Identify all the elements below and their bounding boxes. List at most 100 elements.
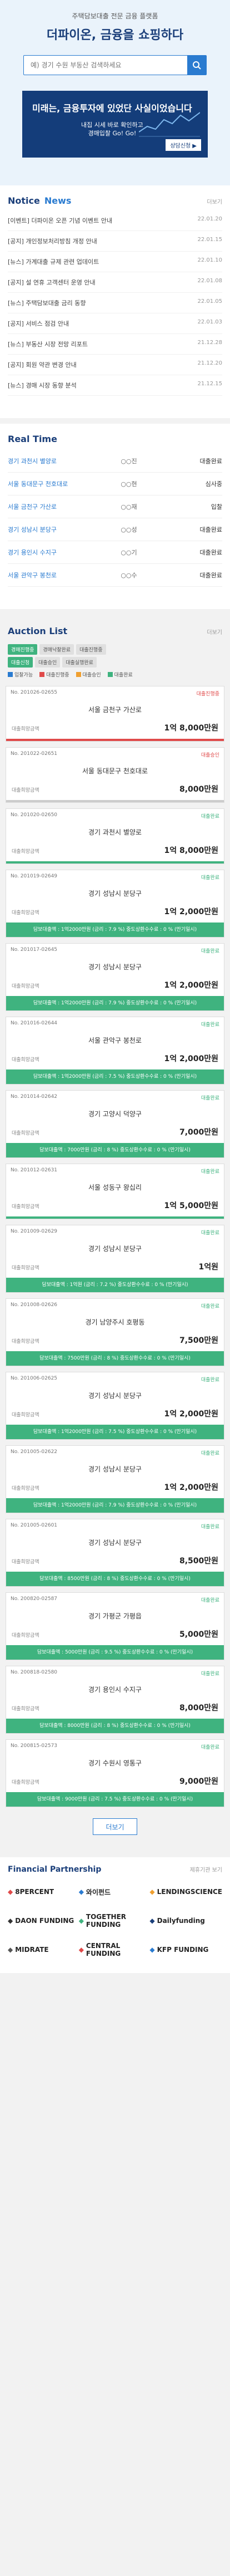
notice-item[interactable]: [공지] 회원 약관 변경 안내 21.12.20 <box>8 355 222 375</box>
notice-more-link[interactable]: 더보기 <box>207 197 222 205</box>
notice-item-text: [공지] 서비스 점검 안내 <box>8 320 69 327</box>
realtime-name: ○○성 <box>121 526 137 533</box>
partners-more-link[interactable]: 제휴기관 보기 <box>190 1865 222 1873</box>
auction-card[interactable]: No. 201008-02626 대출완료 경기 남양주시 호평동 대출희망금액 7,5… <box>6 1298 224 1366</box>
card-amount: 1억 5,000만원 <box>164 1201 218 1210</box>
notice-item-date: 22.01.08 <box>197 278 222 284</box>
notice-item[interactable]: [뉴스] 부동산 시장 전망 리포트 21.12.28 <box>8 334 222 355</box>
filter-chip[interactable]: 대출진행중 <box>76 644 106 655</box>
card-status: 대출완료 <box>201 949 219 954</box>
card-loan-info: 담보대출액 : 8000만원 (금리 : 8 %) 중도상환수수료 : 0 % … <box>6 1719 224 1733</box>
auction-card[interactable]: No. 201016-02644 대출완료 서울 관악구 봉천로 대출희망금액 1억 2… <box>6 1017 224 1085</box>
card-amount-label: 대출희망금액 <box>12 1204 39 1210</box>
partner-logo[interactable]: ◆ Dailyfunding <box>149 1914 222 1927</box>
auction-filters: 경매진행중 경매낙찰완료 대출진행중 대출신청 대출승인 대출실행완료 입찰가능 대출진행… <box>0 642 230 686</box>
card-amount-row: 대출희망금액 1억 8,000만원 <box>6 720 224 739</box>
search-button[interactable] <box>187 56 206 75</box>
realtime-status: 대출완료 <box>199 549 222 556</box>
partner-logo[interactable]: ◆ DAON FUNDING <box>8 1914 76 1927</box>
notice-item[interactable]: [공지] 서비스 점검 안내 22.01.03 <box>8 313 222 334</box>
card-amount: 7,000만원 <box>179 1128 218 1137</box>
notice-tab[interactable]: Notice <box>8 195 40 206</box>
search-input[interactable] <box>24 56 187 75</box>
card-number: No. 200815-02573 <box>11 1743 58 1749</box>
card-amount-row: 대출희망금액 7,000만원 <box>6 1124 224 1143</box>
auction-card[interactable]: No. 201022-02651 대출승인 서울 동대문구 천호대로 대출희망금액 8,… <box>6 747 224 803</box>
card-status: 대출승인 <box>201 753 219 758</box>
card-header: No. 201005-02622 대출완료 <box>6 1446 224 1460</box>
hero-subtitle: 주택담보대출 전문 금융 플랫폼 <box>72 12 158 20</box>
notice-item[interactable]: [뉴스] 가계대출 규제 관련 업데이트 22.01.10 <box>8 252 222 272</box>
notice-item-date: 21.12.28 <box>197 340 222 346</box>
card-loan-info: 담보대출액 : 1억2000만원 (금리 : 7.5 %) 중도상환수수료 : … <box>6 1425 224 1439</box>
partner-logo[interactable]: ◆ LENDINGSCIENCE <box>149 1885 222 1898</box>
auction-card[interactable]: No. 201006-02625 대출완료 경기 성남시 분당구 대출희망금액 1억 2… <box>6 1372 224 1440</box>
card-amount-label: 대출희망금액 <box>12 1633 39 1638</box>
partner-logo[interactable]: ◆ 8PERCENT <box>8 1885 76 1898</box>
legend-label: 대출진행중 <box>46 673 69 678</box>
auction-card[interactable]: No. 200820-02587 대출완료 경기 가평군 가평읍 대출희망금액 5,00… <box>6 1592 224 1660</box>
auction-card[interactable]: No. 201019-02649 대출완료 경기 성남시 분당구 대출희망금액 1억 2… <box>6 870 224 938</box>
legend-swatch <box>39 672 45 677</box>
card-title: 서울 관악구 봉천로 <box>88 1037 142 1044</box>
auction-card[interactable]: No. 201017-02645 대출완료 경기 성남시 분당구 대출희망금액 1억 2… <box>6 943 224 1011</box>
filter-chip[interactable]: 대출신청 <box>8 657 33 668</box>
auction-more-link[interactable]: 더보기 <box>207 627 222 636</box>
auction-card[interactable]: No. 201005-02622 대출완료 경기 성남시 분당구 대출희망금액 1억 2… <box>6 1445 224 1513</box>
banner-cta-button[interactable]: 상담신청 ▶ <box>166 139 201 151</box>
card-title: 경기 수원시 영통구 <box>88 1759 142 1767</box>
notice-item[interactable]: [뉴스] 경매 시장 동향 분석 21.12.15 <box>8 375 222 396</box>
notice-item[interactable]: [공지] 개인정보처리방침 개정 안내 22.01.15 <box>8 231 222 252</box>
card-number: No. 201016-02644 <box>11 1020 58 1026</box>
card-header: No. 201019-02649 대출완료 <box>6 870 224 884</box>
card-amount-row: 대출희망금액 1억 2,000만원 <box>6 977 224 996</box>
card-amount-row: 대출희망금액 1억 5,000만원 <box>6 1198 224 1216</box>
realtime-status: 대출완료 <box>199 526 222 533</box>
partner-logo[interactable]: ◆ 와이펀드 <box>79 1885 147 1898</box>
notice-item[interactable]: [공지] 설 연휴 고객센터 운영 안내 22.01.08 <box>8 272 222 293</box>
card-status: 대출완료 <box>201 1096 219 1101</box>
card-header: No. 201016-02644 대출완료 <box>6 1017 224 1031</box>
card-amount-label: 대출희망금액 <box>12 1412 39 1418</box>
card-loan-info: 담보대출액 : 1억2000만원 (금리 : 7.5 %) 중도상환수수료 : … <box>6 1069 224 1084</box>
card-amount-label: 대출희망금액 <box>12 1559 39 1565</box>
auction-card[interactable]: No. 201012-02631 대출완료 서울 성동구 왕십리 대출희망금액 1억 5… <box>6 1164 224 1219</box>
realtime-row: 서울 금천구 가산로 ○○재 입찰 <box>8 495 222 518</box>
card-amount-label: 대출희망금액 <box>12 1131 39 1136</box>
card-title: 경기 성남시 분당구 <box>88 1245 142 1253</box>
auction-card[interactable]: No. 201009-02629 대출완료 경기 성남시 분당구 대출희망금액 1억원 담… <box>6 1225 224 1293</box>
legend-label: 대출완료 <box>114 673 133 678</box>
card-amount: 8,000만원 <box>179 1704 218 1713</box>
auction-card[interactable]: No. 201026-02655 대출진행중 서울 금천구 가산로 대출희망금액 1억 … <box>6 686 224 742</box>
filter-chip[interactable]: 대출실행완료 <box>62 657 97 668</box>
auction-card[interactable]: No. 200815-02573 대출완료 경기 수원시 영통구 대출희망금액 9,00… <box>6 1739 224 1807</box>
partner-logo[interactable]: ◆ KFP FUNDING <box>149 1943 222 1956</box>
notice-item[interactable]: [이벤트] 더파이온 오픈 기념 이벤트 안내 22.01.20 <box>8 210 222 231</box>
partner-logo[interactable]: ◆ MIDRATE <box>8 1943 76 1956</box>
partner-logo[interactable]: ◆ TOGETHER FUNDING <box>79 1913 147 1929</box>
auction-card[interactable]: No. 201014-02642 대출완료 경기 고양시 덕양구 대출희망금액 7,00… <box>6 1090 224 1158</box>
auction-card[interactable]: No. 201005-02601 대출완료 경기 성남시 분당구 대출희망금액 8,50… <box>6 1519 224 1587</box>
realtime-location: 경기 과천시 별양로 <box>8 458 57 465</box>
auction-card[interactable]: No. 200818-02580 대출완료 경기 용인시 수지구 대출희망금액 8,00… <box>6 1666 224 1734</box>
partner-logo[interactable]: ◆ CENTRAL FUNDING <box>79 1942 147 1957</box>
card-amount-label: 대출희망금액 <box>12 1057 39 1063</box>
card-title: 경기 용인시 수지구 <box>88 1686 142 1694</box>
filter-chip[interactable]: 경매진행중 <box>8 644 38 655</box>
realtime-section: Real Time 경기 과천시 별양로 ○○진 대출완료 서울 동대문구 천호대로 ○… <box>0 424 230 609</box>
auction-section: Auction List 더보기 경매진행중 경매낙찰완료 대출진행중 대출신청 대출… <box>0 615 230 1835</box>
notice-item[interactable]: [뉴스] 주택담보대출 금리 동향 22.01.05 <box>8 293 222 313</box>
filter-chip[interactable]: 대출승인 <box>35 657 61 668</box>
hero-title: 더파이온, 금융을 쇼핑하다 <box>46 28 184 42</box>
filter-chip[interactable]: 경매낙찰완료 <box>39 644 74 655</box>
card-status: 대출완료 <box>201 1022 219 1028</box>
card-status: 대출완료 <box>201 814 219 820</box>
auction-card[interactable]: No. 201020-02650 대출완료 경기 과천시 별양로 대출희망금액 1억 8… <box>6 808 224 864</box>
news-tab[interactable]: News <box>44 195 72 206</box>
card-header: No. 200820-02587 대출완료 <box>6 1593 224 1607</box>
load-more-button[interactable]: 더보기 <box>93 1818 137 1835</box>
card-title: 경기 과천시 별양로 <box>88 828 142 836</box>
notice-list: [이벤트] 더파이온 오픈 기념 이벤트 안내 22.01.20 [공지] 개인정보… <box>0 210 230 418</box>
filter-chips-row-2: 대출신청 대출승인 대출실행완료 <box>8 657 222 668</box>
promo-banner[interactable]: 미래는, 금융투자에 있었단 사실이었습니다 내집 시세 바로 확인하고 경매입… <box>22 91 208 158</box>
